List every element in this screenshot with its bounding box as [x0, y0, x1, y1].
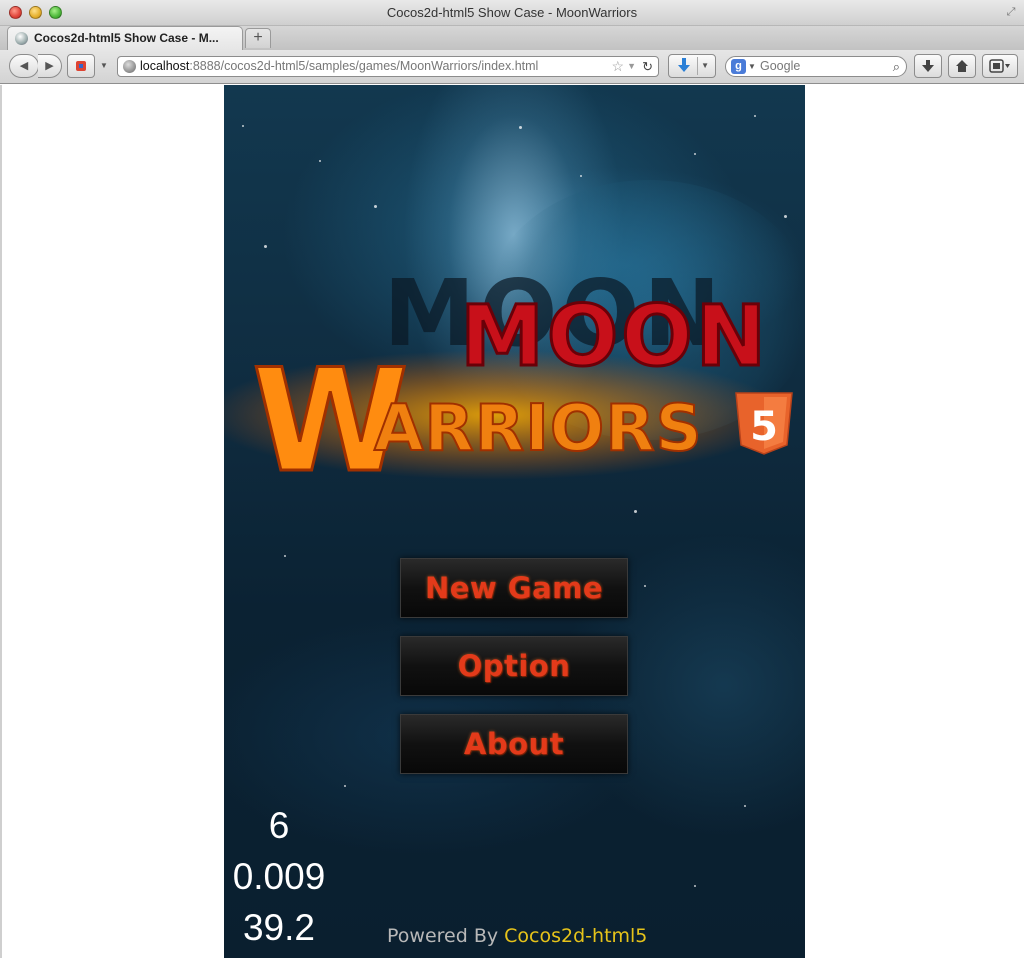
star [694, 885, 696, 887]
globe-icon [123, 60, 136, 73]
home-icon [956, 60, 968, 72]
star [634, 510, 637, 513]
search-icon[interactable]: ⌕ [893, 57, 900, 76]
tab-strip: Cocos2d-html5 Show Case - M... + [0, 26, 1024, 50]
powered-by-label: Powered By [387, 925, 499, 947]
addons-button[interactable] [982, 54, 1018, 78]
option-button[interactable]: Option [400, 636, 628, 696]
tab-label: Cocos2d-html5 Show Case - M... [34, 31, 219, 45]
powered-by-footer: Powered By Cocos2d-html5 [387, 925, 647, 947]
fullscreen-icon[interactable]: ⤢ [1004, 5, 1018, 19]
home-button[interactable] [948, 54, 976, 78]
globe-icon [15, 32, 28, 45]
new-game-button[interactable]: New Game [400, 558, 628, 618]
stat-fps: 39.2 [242, 907, 315, 948]
download-button-group[interactable]: ▼ [668, 54, 716, 78]
minimize-window-button[interactable] [29, 6, 42, 19]
zoom-window-button[interactable] [49, 6, 62, 19]
url-host: localhost [140, 59, 190, 73]
search-placeholder: Google [760, 59, 801, 73]
moon-warriors-logo: MOON MOON W ARRIORS 5 [224, 260, 793, 505]
fps-stats: 6 0.009 39.2 [224, 800, 334, 953]
html5-badge-number: 5 [750, 404, 778, 450]
star [744, 805, 746, 807]
site-identity-button[interactable] [67, 54, 95, 78]
download-arrow-icon [678, 58, 690, 72]
bookmark-star-icon[interactable]: ☆ [611, 57, 624, 76]
history-dropdown-arrow-icon[interactable]: ▼ [99, 60, 109, 72]
download-icon [922, 60, 934, 72]
stat-draw-calls: 6 [268, 805, 290, 846]
star [344, 785, 346, 787]
about-button[interactable]: About [400, 714, 628, 774]
search-bar[interactable]: g ▼ Google ⌕ [725, 56, 907, 77]
back-button[interactable]: ◀ [9, 54, 39, 78]
stat-frame-time: 0.009 [232, 856, 326, 897]
url-bar[interactable]: localhost:8888/cocos2d-html5/samples/gam… [117, 56, 659, 77]
url-history-dropdown-icon[interactable]: ▼ [627, 57, 636, 76]
star [284, 555, 286, 557]
toolbar-separator [697, 57, 698, 75]
downloads-button[interactable] [914, 54, 942, 78]
google-engine-icon[interactable]: g [731, 59, 746, 74]
addon-bar-icon [989, 59, 1010, 73]
game-canvas[interactable]: MOON MOON W ARRIORS 5 New Game Option Ab… [224, 85, 805, 958]
url-path: :8888/cocos2d-html5/samples/games/MoonWa… [189, 59, 539, 73]
forward-button[interactable]: ▶ [38, 54, 62, 78]
navigation-toolbar: ◀ ▶ ▼ localhost:8888/cocos2d-html5/sampl… [0, 50, 1024, 84]
chevron-down-icon[interactable]: ▼ [748, 57, 756, 76]
window-titlebar: Cocos2d-html5 Show Case - MoonWarriors ⤢ [0, 0, 1024, 26]
tab-moonwarriors[interactable]: Cocos2d-html5 Show Case - M... [7, 26, 243, 50]
star [644, 585, 646, 587]
logo-moon-text: MOON [460, 287, 769, 385]
puzzle-icon [76, 61, 86, 71]
window-title: Cocos2d-html5 Show Case - MoonWarriors [386, 5, 638, 20]
logo-warriors-text: ARRIORS [374, 392, 703, 466]
cocos2d-brand-link[interactable]: Cocos2d-html5 [504, 925, 647, 947]
reload-icon[interactable]: ↻ [642, 57, 653, 76]
new-tab-button[interactable]: + [245, 28, 271, 48]
close-window-button[interactable] [9, 6, 22, 19]
chevron-down-icon[interactable]: ▼ [701, 55, 709, 77]
